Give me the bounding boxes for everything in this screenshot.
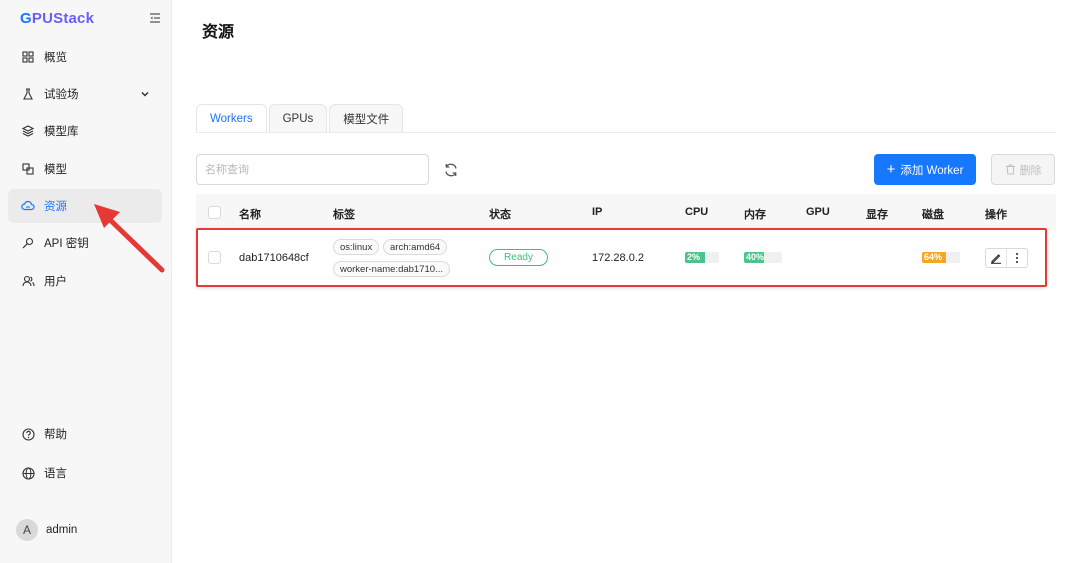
users-icon: [21, 274, 35, 288]
dashboard-icon: [21, 50, 35, 64]
key-icon: [21, 236, 35, 250]
model-icon: [21, 162, 35, 176]
layers-icon: [21, 124, 35, 138]
sidebar-item-playground[interactable]: 试验场: [8, 77, 162, 111]
delete-label: 删除: [1019, 164, 1042, 177]
column-header-status: 状态: [489, 209, 511, 221]
add-worker-label: 添加 Worker: [900, 164, 964, 177]
column-header-labels: 标签: [333, 209, 355, 221]
sidebar-item-model-catalog[interactable]: 模型库: [8, 114, 162, 148]
sidebar-item-label: 模型: [44, 164, 67, 176]
trash-icon: [1005, 164, 1015, 175]
sidebar-item-label: 模型库: [44, 126, 79, 138]
logo-row: GPUStack: [0, 0, 172, 38]
column-header-name[interactable]: 名称: [239, 206, 261, 222]
avatar: A: [16, 519, 38, 541]
sidebar-item-api-keys[interactable]: API 密钥: [8, 226, 162, 260]
annotation-highlight-box: [196, 228, 1047, 287]
column-header-vram: 显存: [866, 209, 888, 221]
chevron-down-icon[interactable]: [140, 89, 150, 99]
globe-icon: [21, 466, 35, 480]
cloud-icon: [21, 199, 35, 213]
column-header-cpu: CPU: [685, 206, 709, 218]
collapse-sidebar-icon[interactable]: [149, 12, 161, 24]
delete-button[interactable]: 删除: [991, 154, 1055, 185]
flask-icon: [21, 87, 35, 101]
add-worker-button[interactable]: + 添加 Worker: [874, 154, 976, 185]
tab-gpus[interactable]: GPUs: [268, 104, 328, 133]
sidebar-item-help[interactable]: 帮助: [8, 417, 162, 451]
plus-icon: +: [886, 161, 896, 178]
column-header-disk: 磁盘: [922, 209, 944, 221]
tabs-divider: [196, 132, 1056, 133]
sidebar: GPUStack 概览 试验场 模型库 模型 资源 API 密钥 用户 帮助 语…: [0, 0, 172, 563]
logo-letter: G: [20, 10, 32, 27]
refresh-icon[interactable]: [443, 162, 459, 178]
tab-bar: Workers GPUs 模型文件: [196, 104, 405, 133]
sidebar-item-label: 用户: [44, 276, 67, 288]
column-header-gpu: GPU: [806, 206, 830, 218]
sidebar-item-overview[interactable]: 概览: [8, 40, 162, 74]
sidebar-item-label: 资源: [44, 201, 67, 213]
logo[interactable]: GPUStack: [20, 10, 94, 27]
column-header-ip: IP: [592, 206, 603, 218]
help-label: 帮助: [44, 429, 67, 441]
sidebar-item-models[interactable]: 模型: [8, 152, 162, 186]
sidebar-item-label: 概览: [44, 52, 67, 64]
sidebar-item-resources[interactable]: 资源: [8, 189, 162, 223]
search-input[interactable]: [196, 154, 429, 185]
logo-text: PUStack: [31, 10, 95, 27]
sidebar-item-language[interactable]: 语言: [8, 456, 162, 490]
select-all-checkbox[interactable]: [208, 206, 221, 219]
language-label: 语言: [44, 468, 67, 480]
page-title: 资源: [202, 24, 235, 41]
tab-model-files[interactable]: 模型文件: [329, 104, 404, 133]
tab-workers[interactable]: Workers: [196, 104, 267, 133]
user-name: admin: [46, 524, 78, 536]
help-icon: [21, 427, 35, 441]
column-header-memory: 内存: [744, 209, 766, 221]
table-header: 名称 标签 状态 IP CPU 内存 GPU 显存 磁盘 操作: [196, 194, 1056, 230]
sidebar-item-users[interactable]: 用户: [8, 264, 162, 298]
sidebar-item-label: API 密钥: [44, 238, 89, 250]
user-menu[interactable]: A admin: [16, 519, 77, 541]
column-header-actions: 操作: [985, 209, 1007, 221]
sidebar-item-label: 试验场: [44, 89, 79, 101]
